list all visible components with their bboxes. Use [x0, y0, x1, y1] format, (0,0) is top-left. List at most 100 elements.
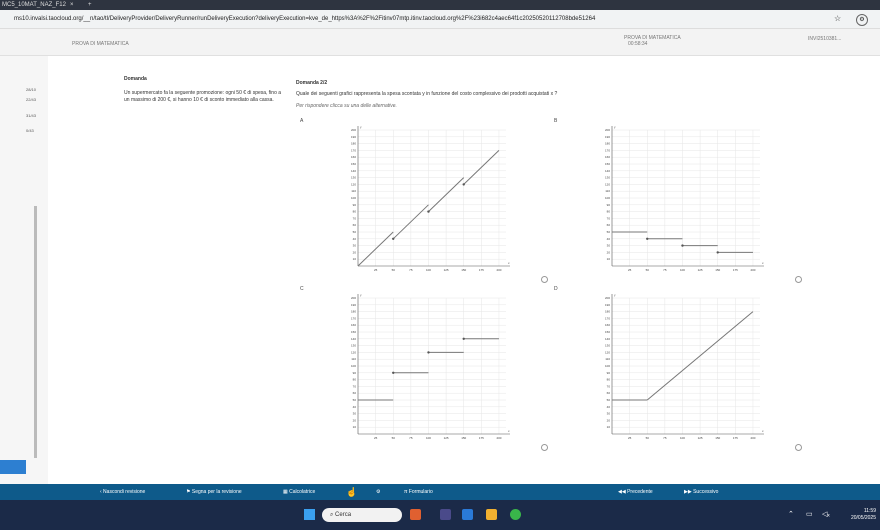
option-c-graph[interactable]: 10 20 30 40 50 60 70 80 90 100 110 120 130 140 150 160 1…: [336, 290, 514, 442]
profile-icon[interactable]: ⚙: [856, 14, 868, 26]
option-b-label: B: [554, 118, 558, 124]
y-tick-label: 80: [353, 378, 357, 382]
y-axis-label: y: [614, 125, 616, 129]
y-tick-label: 150: [605, 330, 610, 334]
url-text[interactable]: ms10.invalsi.taocloud.org/__n/tao/tl/Del…: [14, 10, 595, 28]
y-tick-label: 170: [351, 148, 356, 152]
y-tick-label: 70: [353, 216, 357, 220]
y-tick-label: 50: [353, 398, 357, 402]
sidebar-scrollbar[interactable]: [34, 206, 37, 458]
y-tick-label: 190: [351, 135, 356, 139]
y-tick-label: 130: [351, 176, 356, 180]
calculator-label: Calcolatrice: [289, 489, 316, 495]
y-tick-label: 90: [607, 371, 611, 375]
hide-review-button[interactable]: ‹ Nascondi revisione: [100, 484, 145, 500]
x-tick-label: 100: [426, 268, 431, 272]
y-tick-label: 100: [605, 364, 610, 368]
next-button[interactable]: ▶▶ Successivo: [684, 484, 718, 500]
y-tick-label: 60: [607, 391, 611, 395]
browser-tab-strip: MC5_10MAT_NAZ_F12 × +: [0, 0, 880, 10]
network-icon[interactable]: ▭: [806, 510, 813, 518]
review-row[interactable]: 28/10: [26, 87, 36, 92]
y-tick-label: 40: [607, 405, 611, 409]
x-tick-label: 200: [496, 268, 501, 272]
option-b-radio[interactable]: [795, 276, 802, 283]
x-tick-label: 75: [409, 436, 413, 440]
y-tick-label: 190: [605, 303, 610, 307]
x-axis-label: x: [762, 429, 764, 433]
y-tick-label: 80: [607, 210, 611, 214]
y-tick-label: 80: [607, 378, 611, 382]
address-bar[interactable]: ms10.invalsi.taocloud.org/__n/tao/tl/Del…: [0, 10, 880, 29]
timer: 00:58:34: [628, 41, 648, 47]
sidebar-active-block[interactable]: [0, 460, 26, 474]
x-tick-label: 75: [409, 268, 413, 272]
option-d-graph[interactable]: 10 20 30 40 50 60 70 80 90 100 110 120 130 140 150 160 1…: [590, 290, 768, 442]
x-tick-label: 50: [392, 436, 396, 440]
review-row[interactable]: 31/43: [26, 113, 36, 118]
x-tick-label: 25: [628, 268, 632, 272]
taskbar-app-icon[interactable]: [440, 509, 451, 520]
y-tick-label: 70: [607, 384, 611, 388]
x-axis-label: x: [508, 429, 510, 433]
windows-start-icon[interactable]: [304, 509, 315, 520]
y-tick-label: 130: [605, 344, 610, 348]
y-tick-label: 130: [605, 176, 610, 180]
review-row[interactable]: 0/43: [26, 128, 34, 133]
x-tick-label: 200: [750, 436, 755, 440]
x-tick-label: 125: [444, 268, 449, 272]
option-c-radio[interactable]: [541, 444, 548, 451]
y-tick-label: 150: [351, 162, 356, 166]
question-number: Domanda 2/2: [296, 80, 328, 86]
previous-button[interactable]: ◀◀ Precedente: [618, 484, 653, 500]
question-stem: Un supermercato fa la seguente promozion…: [124, 90, 282, 103]
flag-for-review-button[interactable]: ⚑ Segna per la revisione: [186, 484, 242, 500]
option-a-graph[interactable]: 10 20 30 40 50 60 70 80 90 100 110 120 130 140 150 160 1…: [336, 122, 514, 274]
volume-icon[interactable]: ◁ₓ: [822, 510, 830, 518]
settings-icon[interactable]: ⚙: [376, 484, 380, 500]
x-axis-label: x: [508, 261, 510, 265]
y-axis-label: y: [360, 125, 362, 129]
review-panel: 28/10 22/43 31/43 0/43: [0, 56, 48, 484]
y-tick-label: 20: [353, 418, 357, 422]
y-tick-label: 10: [353, 425, 357, 429]
taskbar-app-icon[interactable]: [462, 509, 473, 520]
search-label: Cerca: [335, 512, 352, 518]
y-tick-label: 30: [353, 412, 357, 416]
review-row[interactable]: 22/43: [26, 97, 36, 102]
x-tick-label: 75: [663, 436, 667, 440]
x-tick-label: 75: [663, 268, 667, 272]
browser-tab[interactable]: MC5_10MAT_NAZ_F12: [2, 0, 66, 10]
formulary-button[interactable]: π Formulario: [404, 484, 433, 500]
y-tick-label: 180: [605, 142, 610, 146]
x-tick-label: 50: [392, 268, 396, 272]
chrome-icon[interactable]: [510, 509, 521, 520]
close-tab-icon[interactable]: ×: [70, 0, 74, 10]
y-tick-label: 140: [605, 337, 610, 341]
exam-title: PROVA DI MATEMATICA: [72, 41, 129, 47]
chevron-up-icon[interactable]: ⌃: [788, 510, 794, 518]
bookmark-star-icon[interactable]: ☆: [834, 10, 841, 28]
option-b-graph[interactable]: 10 20 30 40 50 60 70 80 90 100 110 120 130 140 150 160 1…: [590, 122, 768, 274]
option-d-radio[interactable]: [795, 444, 802, 451]
x-tick-label: 150: [461, 268, 466, 272]
folder-icon[interactable]: [486, 509, 497, 520]
taskbar-search[interactable]: ⌕ Cerca: [322, 508, 402, 522]
y-tick-label: 30: [353, 244, 357, 248]
x-tick-label: 200: [750, 268, 755, 272]
flag-label: Segna per la revisione: [191, 489, 242, 495]
x-tick-label: 25: [628, 436, 632, 440]
new-tab-icon[interactable]: +: [88, 0, 92, 10]
y-axis-label: y: [614, 293, 616, 297]
taskbar-app-icon[interactable]: [410, 509, 421, 520]
system-clock[interactable]: 11:59 20/05/2025: [846, 508, 876, 522]
calculator-button[interactable]: ▦ Calcolatrice: [283, 484, 315, 500]
segment-endpoint: [646, 237, 649, 240]
y-tick-label: 20: [607, 250, 611, 254]
segment-endpoint: [427, 210, 430, 213]
y-tick-label: 20: [607, 418, 611, 422]
y-axis-label: y: [360, 293, 362, 297]
option-a-radio[interactable]: [541, 276, 548, 283]
hand-cursor-icon: ☝: [346, 487, 358, 497]
y-tick-label: 130: [351, 344, 356, 348]
